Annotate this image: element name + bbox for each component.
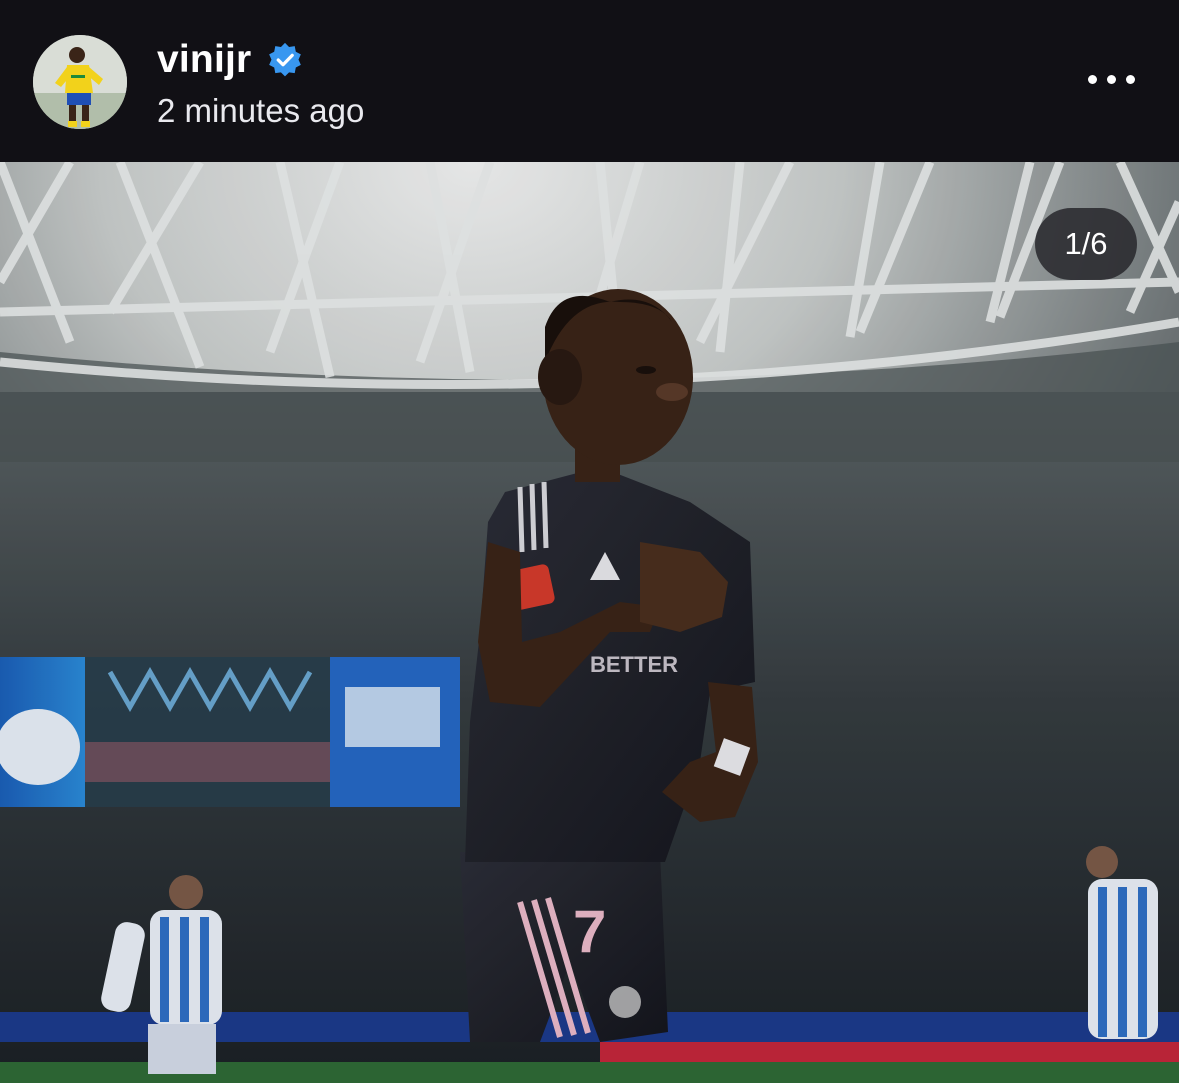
- avatar[interactable]: [33, 35, 127, 129]
- username[interactable]: vinijr: [157, 38, 251, 82]
- post-header: vinijr 2 minutes ago: [0, 0, 1179, 162]
- stadium-photo: BETTER 7: [0, 162, 1179, 1083]
- post-photo[interactable]: BETTER 7: [0, 162, 1179, 1083]
- more-horizontal-icon: [1107, 75, 1116, 84]
- more-horizontal-icon: [1126, 75, 1135, 84]
- more-options-button[interactable]: [1082, 60, 1142, 102]
- more-horizontal-icon: [1088, 75, 1097, 84]
- media-counter: 1/6: [1035, 208, 1137, 280]
- verified-badge-icon: [269, 42, 301, 77]
- post-timestamp: 2 minutes ago: [157, 92, 365, 129]
- instagram-post: vinijr 2 minutes ago BETTER 7 1/6: [0, 0, 1179, 1083]
- profile-avatar-icon: [33, 35, 127, 129]
